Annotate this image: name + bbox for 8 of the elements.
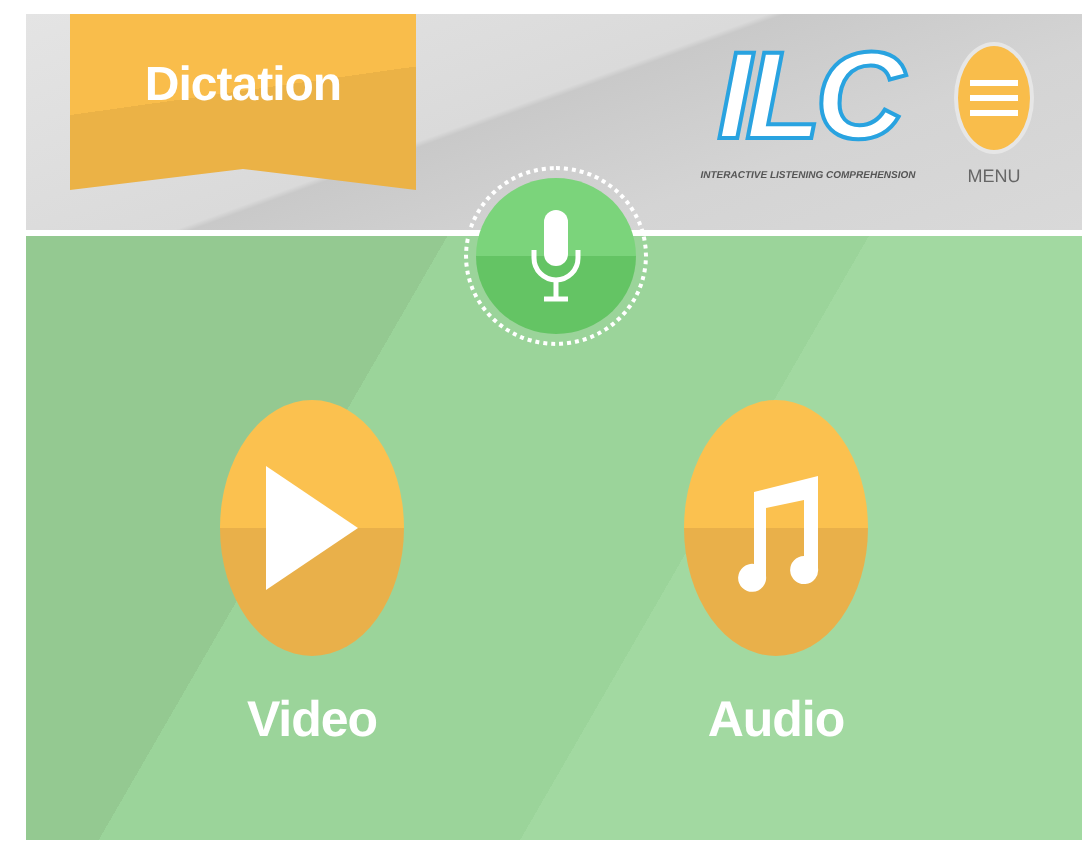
menu-icon — [970, 80, 1018, 116]
option-label: Audio — [707, 692, 845, 750]
page-title: Dictation — [144, 58, 342, 116]
microphone-icon — [530, 210, 582, 302]
menu-label: MENU — [967, 166, 1021, 186]
logo: ILC — [717, 26, 899, 170]
option-label: Video — [246, 692, 378, 750]
play-icon — [266, 466, 358, 590]
